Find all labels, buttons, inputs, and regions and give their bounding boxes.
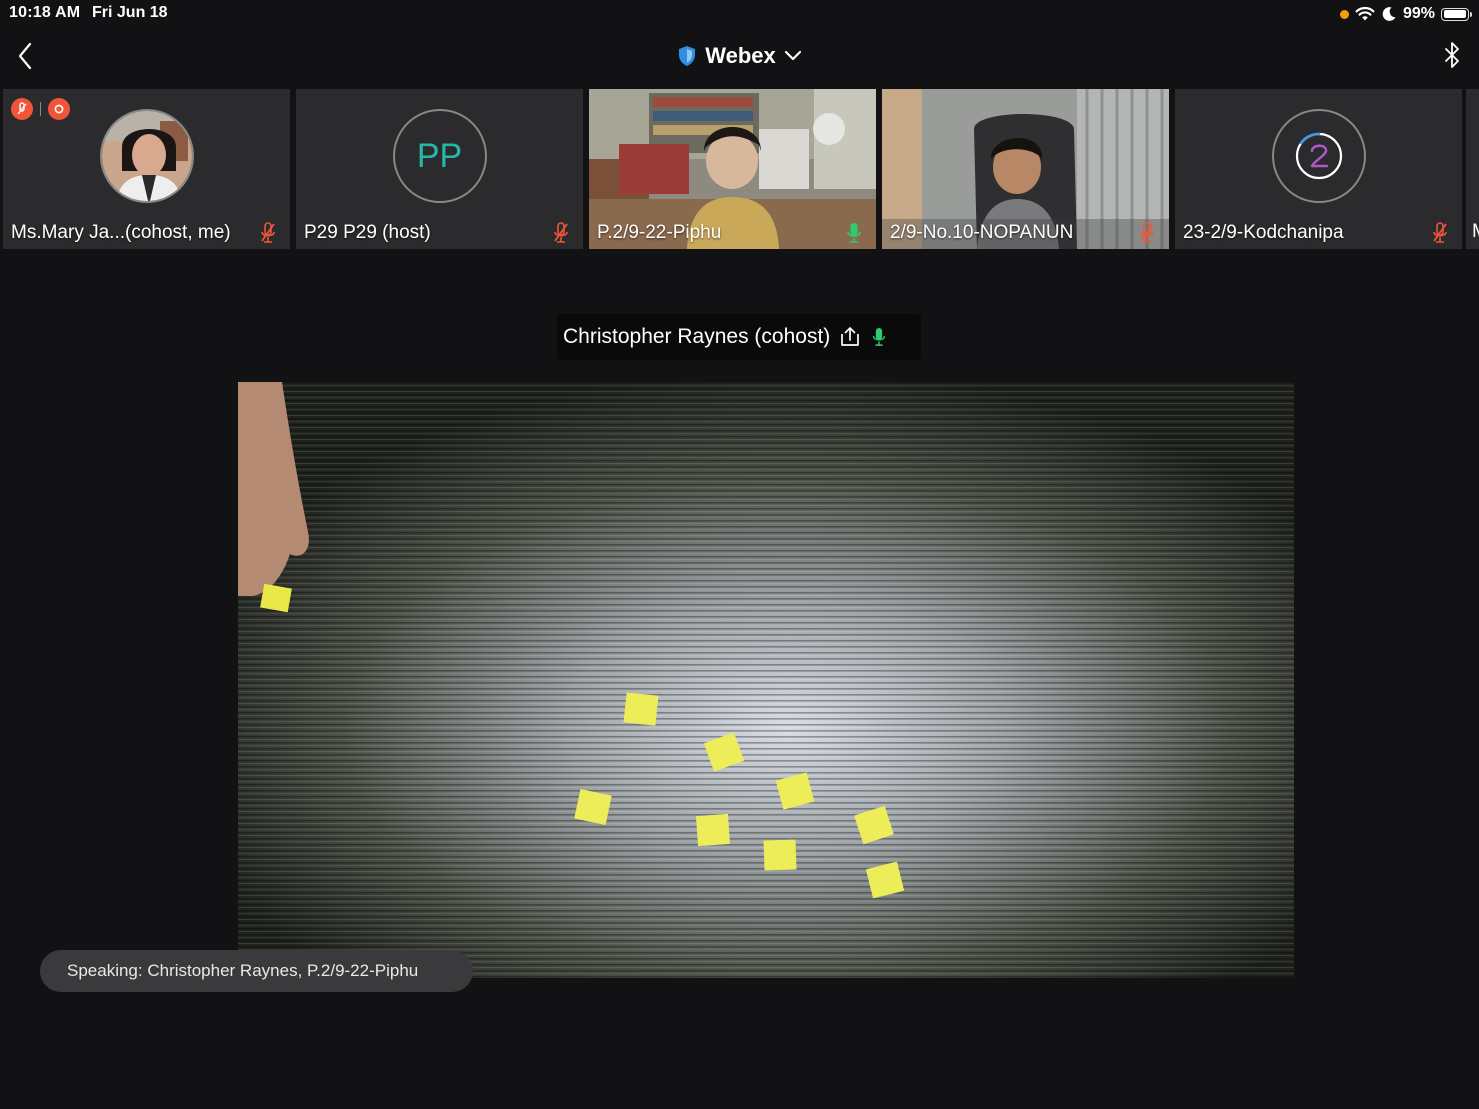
- active-speaker-name: Christopher Raynes (cohost): [563, 325, 831, 348]
- share-screen-icon: [841, 327, 860, 346]
- video-frame: [238, 382, 1294, 978]
- battery-icon: [1441, 7, 1472, 21]
- participant-tile-piphu[interactable]: P.2/9-22-Piphu: [589, 89, 876, 249]
- webex-meeting-screen: 10:18 AM Fri Jun 18 99% Webex Ms.Mary Ja…: [0, 0, 1479, 1109]
- battery-percent: 99%: [1402, 5, 1435, 22]
- chevron-down-icon: [784, 50, 801, 61]
- battery-fill: [1443, 10, 1467, 18]
- participant-tile-host[interactable]: PP P29 P29 (host): [296, 89, 583, 249]
- participant-name: 23-2/9-Kodchanipa: [1183, 222, 1344, 243]
- participant-tile-kodchanipa[interactable]: 23-2/9-Kodchanipa: [1175, 89, 1462, 249]
- status-indicators: 99%: [1339, 3, 1472, 25]
- active-mic-icon: [873, 328, 886, 346]
- muted-mic-icon: [554, 222, 568, 243]
- participant-name-row: P29 P29 (host): [296, 217, 583, 249]
- participant-name-row: 23-2/9-Kodchanipa: [1175, 217, 1462, 249]
- muted-mic-badge-icon: [11, 98, 33, 120]
- badge-divider: [40, 102, 41, 116]
- participant-name-peek: M: [1472, 221, 1479, 243]
- muted-mic-icon: [1433, 222, 1447, 243]
- speaking-indicator-text: Speaking: Christopher Raynes, P.2/9-22-P…: [67, 961, 419, 980]
- loading-spinner-icon: [1271, 109, 1366, 203]
- participant-name: 2/9-No.10-NOPANUN: [890, 222, 1074, 243]
- wifi-icon: [1355, 6, 1375, 21]
- muted-mic-icon: [1140, 222, 1154, 243]
- participant-name: Ms.Mary Ja...(cohost, me): [11, 222, 231, 243]
- active-speaker-video[interactable]: [238, 382, 1294, 978]
- status-date: Fri Jun 18: [92, 4, 168, 21]
- participant-tile-self[interactable]: Ms.Mary Ja...(cohost, me): [3, 89, 290, 249]
- bluetooth-audio-button[interactable]: [1439, 40, 1465, 72]
- mic-in-use-dot-icon: [1339, 9, 1349, 19]
- status-time: 10:18 AM: [9, 4, 81, 21]
- participant-strip[interactable]: Ms.Mary Ja...(cohost, me) PP P29 P29 (ho…: [0, 89, 1479, 249]
- participant-tile-nopanun[interactable]: 2/9-No.10-NOPANUN: [882, 89, 1169, 249]
- avatar-initials: PP: [392, 109, 487, 203]
- speaking-indicator-toast: Speaking: Christopher Raynes, P.2/9-22-P…: [40, 950, 473, 992]
- shield-icon: [679, 46, 696, 66]
- muted-mic-icon: [261, 222, 275, 243]
- meeting-title-dropdown[interactable]: Webex: [0, 40, 1479, 72]
- active-mic-icon: [847, 223, 861, 243]
- bluetooth-icon: [1445, 42, 1459, 68]
- participant-name-row: 2/9-No.10-NOPANUN: [882, 217, 1169, 249]
- avatar-photo: [99, 109, 194, 203]
- status-bar: 10:18 AM Fri Jun 18 99%: [0, 0, 1479, 28]
- participant-name: P29 P29 (host): [304, 222, 431, 243]
- participant-name-row: Ms.Mary Ja...(cohost, me): [3, 217, 290, 249]
- participant-name-row: P.2/9-22-Piphu: [589, 217, 876, 249]
- participant-name: P.2/9-22-Piphu: [597, 222, 722, 243]
- moon-icon: [1382, 7, 1396, 21]
- self-status-badges: [11, 98, 70, 120]
- active-speaker-label: Christopher Raynes (cohost): [557, 314, 921, 360]
- participant-tile-next[interactable]: M: [1466, 89, 1479, 249]
- recording-badge-icon: [48, 98, 70, 120]
- app-title: Webex: [705, 43, 776, 68]
